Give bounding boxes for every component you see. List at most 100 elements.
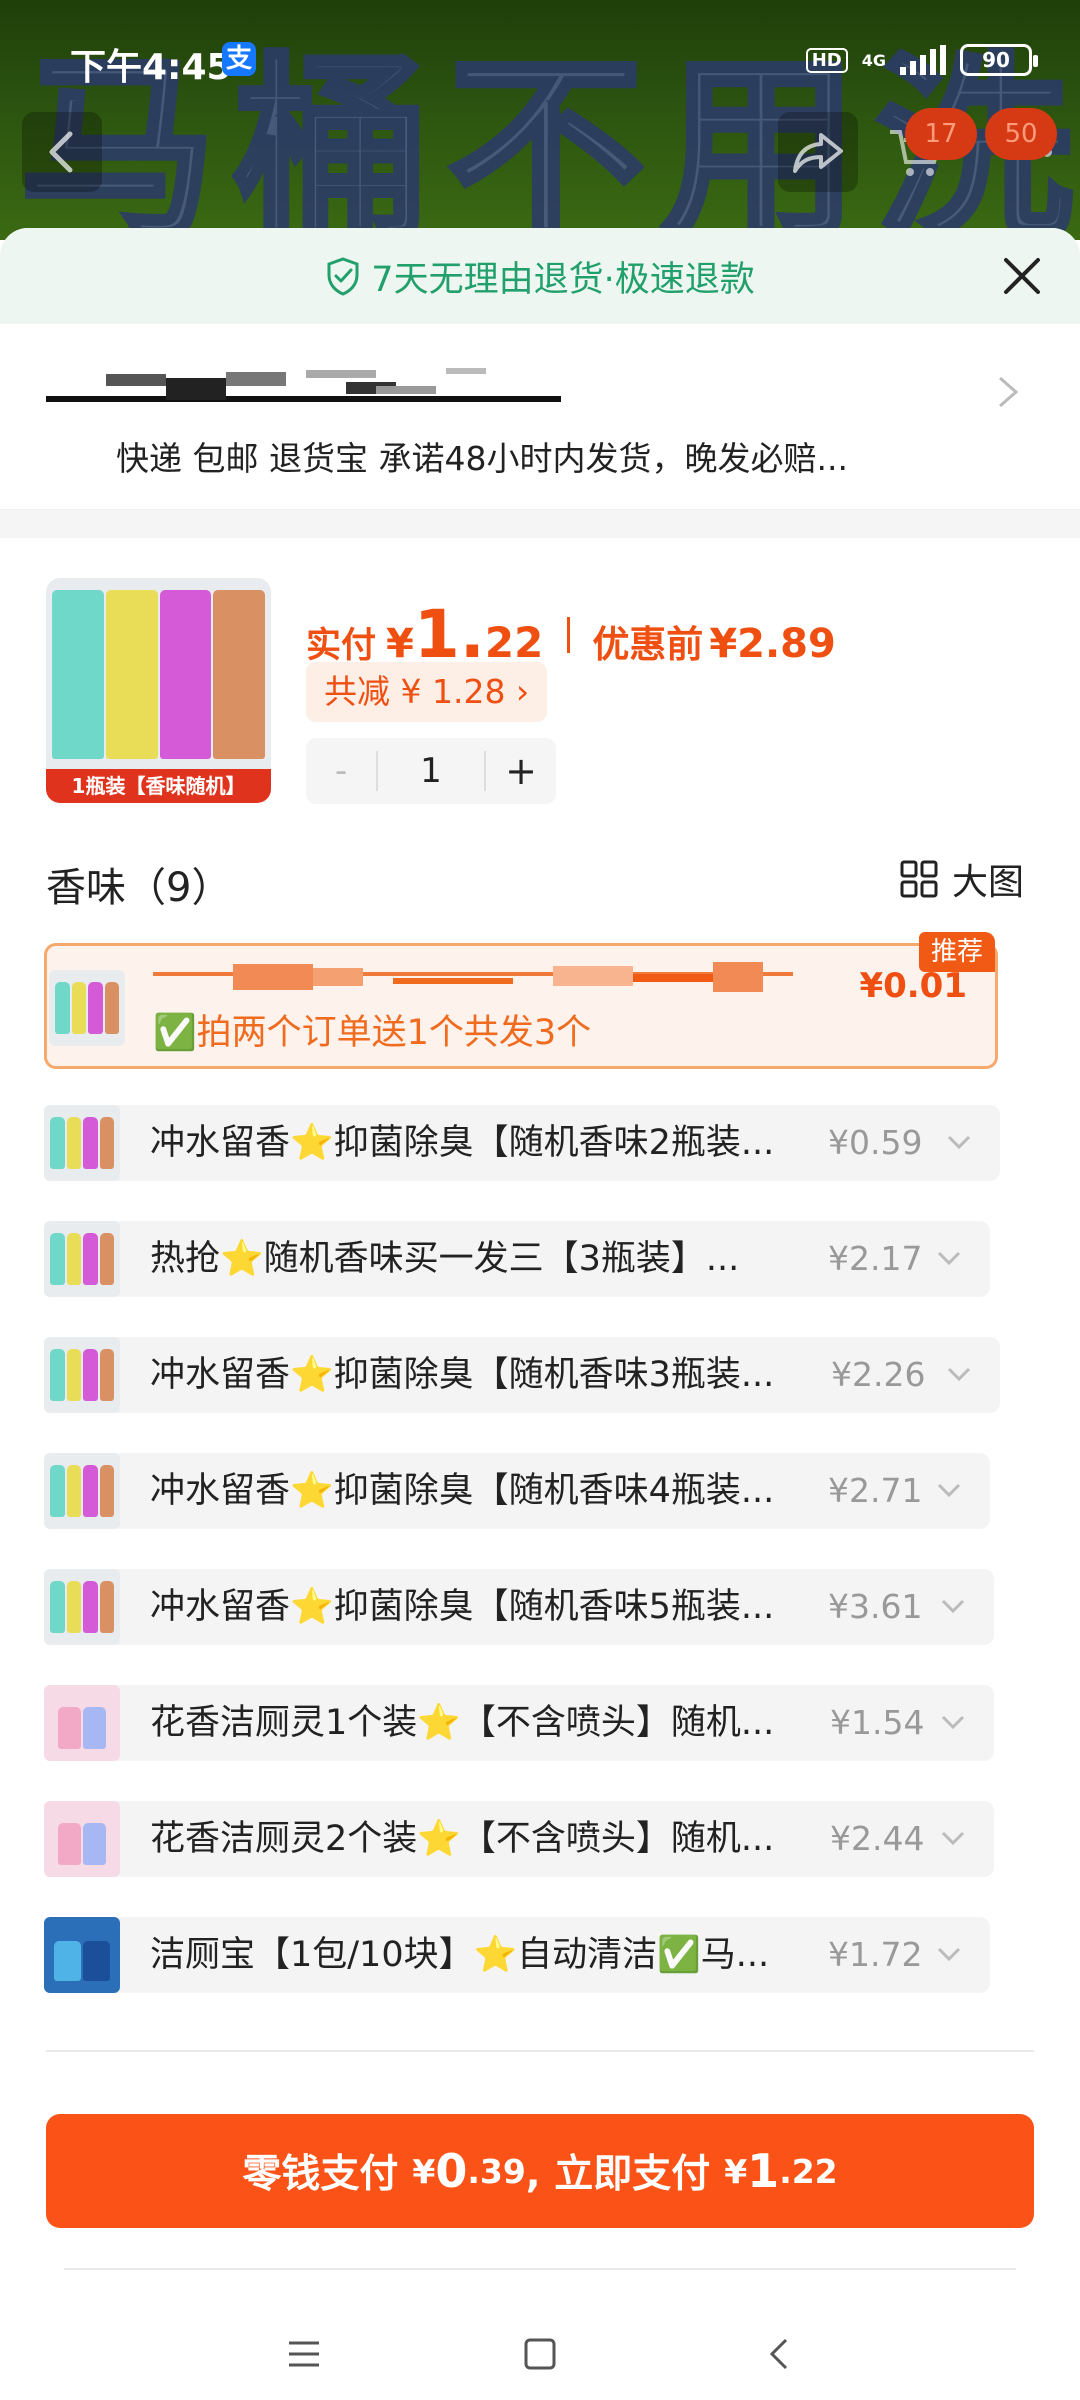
option-name: 花香洁厕灵2个装⭐【不含喷头】随机... — [150, 1819, 775, 1859]
back-icon[interactable] — [762, 2336, 798, 2372]
option-price: ¥0.59 — [828, 1123, 923, 1162]
large-image-label: 大图 — [951, 862, 1024, 903]
flavor-option[interactable]: 花香洁厕灵1个装⭐【不含喷头】随机... ¥1.54 — [44, 1685, 994, 1761]
product-image[interactable]: 1瓶装【香味随机】 — [46, 578, 271, 803]
option-thumbnail — [44, 1105, 120, 1181]
discount-detail-button[interactable]: 共减 ¥ 1.28 › — [306, 662, 548, 722]
option-price: ¥3.61 — [828, 1587, 923, 1626]
quantity-value[interactable]: 1 — [376, 751, 486, 791]
pay-button[interactable]: 零钱支付 ¥ 0 .39 , 立即支付 ¥ 1 .22 — [46, 2114, 1034, 2228]
option-name: 冲水留香⭐抑菌除臭【随机香味5瓶装... — [150, 1587, 775, 1627]
status-bar: 下午4:45 支 HD 4G 90 — [0, 0, 1080, 120]
quantity-stepper: - 1 + — [306, 738, 556, 804]
pay-amount1-dec: .39 — [467, 2151, 526, 2191]
signal-icon — [900, 45, 946, 75]
redacted-address — [46, 368, 561, 402]
option-thumbnail — [44, 1453, 120, 1529]
purchase-sheet: 7天无理由退货·极速退款 快递 包邮 退货宝 承诺48小时内发货，晚发必赔...… — [0, 228, 1080, 2400]
divider — [64, 2268, 1016, 2270]
option-price: ¥2.17 — [828, 1239, 923, 1278]
option-thumbnail — [44, 1221, 120, 1297]
home-square-icon[interactable] — [522, 2336, 558, 2372]
option-name: 花香洁厕灵1个装⭐【不含喷头】随机... — [150, 1703, 775, 1743]
bottle-illustration — [52, 590, 265, 759]
redacted-option-name — [153, 962, 793, 992]
chevron-left-icon — [49, 131, 73, 173]
chevron-right-icon — [999, 376, 1019, 408]
battery-icon: 90 — [960, 44, 1038, 76]
pay-currency2: ¥ — [724, 2151, 748, 2191]
flavor-option[interactable]: 洁厕宝【1包/10块】⭐自动清洁✅马... ¥1.72 — [44, 1917, 990, 1993]
alipay-icon: 支 — [222, 42, 256, 76]
chevron-down-icon — [937, 1251, 961, 1266]
flavor-option[interactable]: 热抢⭐随机香味买一发三【3瓶装】... ¥2.17 — [44, 1221, 990, 1297]
pay-amount2-dec: .22 — [779, 2151, 838, 2191]
return-policy-text: 7天无理由退货·极速退款 — [371, 259, 755, 300]
status-icons: HD 4G 90 — [805, 40, 1038, 80]
chevron-down-icon — [937, 1947, 961, 1962]
flavor-header: 香味（9） 大图 — [0, 823, 1080, 943]
increase-button[interactable]: + — [486, 749, 556, 793]
chevron-down-icon — [941, 1715, 965, 1730]
original-price-label: 优惠前 — [592, 623, 704, 666]
message-count-badge: 50 — [985, 108, 1057, 160]
flavor-option[interactable]: 冲水留香⭐抑菌除臭【随机香味4瓶装... ¥2.71 — [44, 1453, 990, 1529]
pay-amount2-int: 1 — [747, 2144, 780, 2198]
pay-currency1: ¥ — [412, 2151, 436, 2191]
chevron-down-icon — [947, 1135, 971, 1150]
divider — [46, 2050, 1034, 2052]
option-name: 冲水留香⭐抑菌除臭【随机香味4瓶装... — [150, 1471, 775, 1511]
decrease-button[interactable]: - — [306, 751, 376, 791]
original-price: ¥2.89 — [709, 621, 836, 667]
option-name: 热抢⭐随机香味买一发三【3瓶装】... — [150, 1239, 740, 1279]
share-button[interactable] — [778, 112, 858, 192]
flavor-option-featured[interactable]: ✅拍两个订单送1个共发3个 ¥0.01 推荐 — [44, 932, 998, 1069]
delivery-info-row[interactable]: 快递 包邮 退货宝 承诺48小时内发货，晚发必赔... — [0, 324, 1080, 510]
recommend-tag: 推荐 — [918, 932, 995, 972]
cart-count-badge: 17 — [905, 108, 977, 160]
section-gap — [0, 510, 1080, 538]
flavor-option[interactable]: 花香洁厕灵2个装⭐【不含喷头】随机... ¥2.44 — [44, 1801, 994, 1877]
paid-label: 实付 — [306, 626, 377, 666]
chevron-down-icon — [941, 1831, 965, 1846]
option-thumbnail — [44, 1569, 120, 1645]
featured-option-desc: ✅拍两个订单送1个共发3个 — [153, 1013, 592, 1053]
flavor-title: 香味（9） — [46, 865, 232, 911]
network-type: 4G — [861, 50, 886, 70]
chevron-down-icon — [947, 1367, 971, 1382]
grid-icon — [900, 860, 938, 898]
system-navigation-bar — [0, 2284, 1080, 2400]
back-button[interactable] — [22, 112, 102, 192]
pay-part1: 零钱支付 — [242, 2152, 399, 2197]
option-thumbnail — [44, 1685, 120, 1761]
status-time: 下午4:45 — [70, 47, 232, 88]
option-price: ¥1.72 — [828, 1935, 923, 1974]
menu-icon[interactable] — [286, 2336, 322, 2372]
pay-part2: , 立即支付 — [525, 2152, 711, 2197]
option-thumbnail — [44, 1337, 120, 1413]
pay-amount1-int: 0 — [435, 2144, 468, 2198]
paid-price-dec: 22 — [484, 618, 544, 667]
flavor-option[interactable]: 冲水留香⭐抑菌除臭【随机香味2瓶装... ¥0.59 — [44, 1105, 1000, 1181]
large-image-toggle[interactable]: 大图 — [900, 853, 1024, 905]
hd-icon: HD — [805, 47, 848, 73]
option-thumbnail — [44, 1917, 120, 1993]
price-separator — [567, 616, 571, 653]
option-price: ¥1.54 — [830, 1703, 925, 1742]
featured-option-price: ¥0.01 — [859, 966, 967, 1006]
close-icon[interactable] — [1000, 254, 1044, 298]
flavor-option[interactable]: 冲水留香⭐抑菌除臭【随机香味5瓶装... ¥3.61 — [44, 1569, 994, 1645]
option-price: ¥2.71 — [828, 1471, 923, 1510]
product-summary: 1瓶装【香味随机】 实付 ¥ 1. 22 优惠前 ¥2.89 共减 ¥ 1.28… — [0, 538, 1080, 823]
option-name: 洁厕宝【1包/10块】⭐自动清洁✅马... — [150, 1935, 770, 1975]
option-thumbnail — [49, 970, 125, 1046]
product-image-label: 1瓶装【香味随机】 — [46, 769, 271, 803]
option-price: ¥2.26 — [831, 1355, 926, 1394]
option-price: ¥2.44 — [830, 1819, 925, 1858]
paid-currency: ¥ — [386, 621, 414, 667]
option-name: 冲水留香⭐抑菌除臭【随机香味2瓶装... — [150, 1123, 775, 1163]
chevron-down-icon — [937, 1483, 961, 1498]
flavor-option[interactable]: 冲水留香⭐抑菌除臭【随机香味3瓶装... ¥2.26 — [44, 1337, 1000, 1413]
share-icon — [793, 133, 843, 173]
option-thumbnail — [44, 1801, 120, 1877]
